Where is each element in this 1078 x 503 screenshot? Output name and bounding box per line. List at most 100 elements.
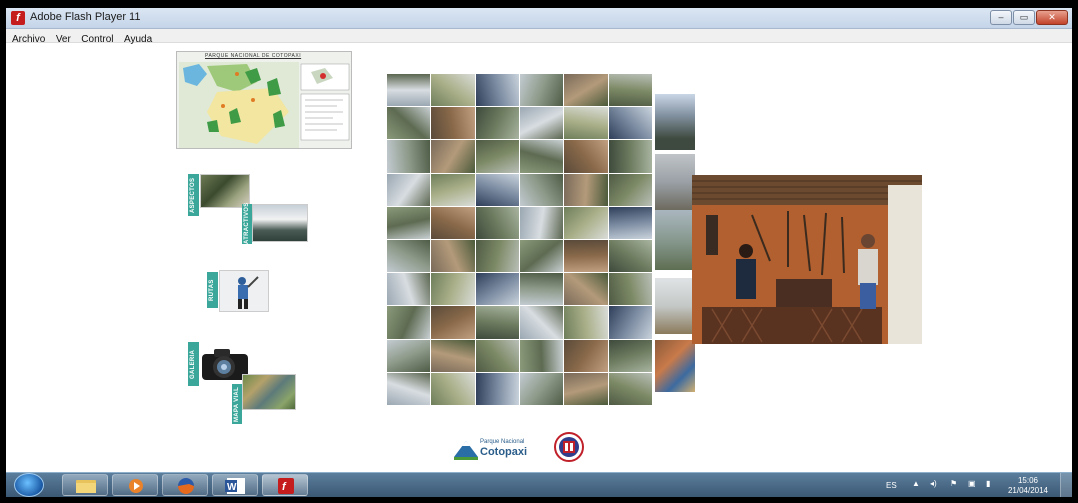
gallery-thumbnail[interactable] — [475, 173, 519, 206]
nav-rutas-label[interactable]: RUTAS — [207, 272, 218, 308]
gallery-thumbnail[interactable] — [387, 74, 431, 107]
flash-player-icon[interactable]: f — [262, 474, 308, 496]
gallery-thumbnail[interactable] — [475, 107, 519, 140]
explorer-icon[interactable] — [62, 474, 108, 496]
nav-atractivos-image[interactable] — [252, 204, 308, 242]
gallery-thumbnail[interactable] — [431, 107, 475, 140]
close-button[interactable]: ✕ — [1036, 10, 1068, 25]
gallery-thumbnail[interactable] — [519, 206, 564, 239]
media-player-icon[interactable] — [112, 474, 158, 496]
gallery-thumbnail[interactable] — [387, 206, 431, 239]
nav-atractivos-label[interactable]: ATRACTIVOS — [242, 202, 252, 244]
gallery-thumbnail[interactable] — [608, 107, 652, 140]
flag-icon[interactable]: ⚑ — [950, 479, 957, 488]
flash-player-window: f Adobe Flash Player 11 – ▭ ✕ Archivo Ve… — [6, 8, 1072, 497]
gallery-thumbnail[interactable] — [475, 140, 519, 173]
gallery-thumbnail[interactable] — [431, 273, 475, 306]
gallery-thumbnail[interactable] — [564, 306, 608, 339]
show-desktop-button[interactable] — [1060, 473, 1072, 497]
gallery-thumbnail[interactable] — [387, 372, 431, 405]
park-map[interactable]: PARQUE NACIONAL DE COTOPAXI — [176, 51, 352, 149]
gallery-thumbnail[interactable] — [564, 173, 608, 206]
gallery-thumbnail[interactable] — [431, 339, 475, 372]
maximize-button[interactable]: ▭ — [1013, 10, 1035, 25]
gallery-thumbnail[interactable] — [564, 372, 608, 405]
gallery-thumbnail[interactable] — [519, 372, 564, 405]
nav-rutas-image[interactable] — [219, 270, 269, 312]
nav-mapa-vial-label[interactable]: MAPA VIAL — [232, 384, 242, 424]
gallery-thumbnail[interactable] — [475, 273, 519, 306]
firefox-icon[interactable] — [162, 474, 208, 496]
gallery-thumbnail[interactable] — [431, 306, 475, 339]
gallery-thumbnail[interactable] — [475, 372, 519, 405]
gallery-thumbnail[interactable] — [387, 107, 431, 140]
gallery-thumbnail[interactable] — [387, 173, 431, 206]
gallery-thumbnail[interactable] — [519, 273, 564, 306]
nav-mapa-vial-image[interactable] — [242, 374, 296, 410]
title-bar[interactable]: f Adobe Flash Player 11 – ▭ ✕ — [6, 8, 1072, 29]
gallery-thumbnail[interactable] — [431, 140, 475, 173]
gallery-thumbnail[interactable] — [608, 306, 652, 339]
nav-aspectos-image[interactable] — [200, 174, 250, 208]
gallery-thumbnail[interactable] — [608, 206, 652, 239]
gallery-thumbnail[interactable] — [387, 240, 431, 273]
network-icon[interactable]: ▮ — [986, 479, 990, 488]
gallery-thumbnail[interactable] — [431, 206, 475, 239]
gallery-thumbnail[interactable] — [608, 74, 652, 107]
gallery-thumbnail[interactable] — [387, 273, 431, 306]
featured-photo[interactable] — [692, 175, 922, 344]
gallery-thumbnail[interactable] — [564, 74, 608, 107]
side-thumb[interactable] — [655, 154, 695, 210]
gallery-thumbnail[interactable] — [387, 306, 431, 339]
gallery-thumbnail[interactable] — [431, 74, 475, 107]
gallery-thumbnail[interactable] — [387, 339, 431, 372]
monitor-icon[interactable]: ▣ — [968, 479, 976, 488]
mountain-logo-icon — [454, 441, 478, 460]
start-button[interactable] — [14, 473, 44, 497]
gallery-thumbnail[interactable] — [608, 273, 652, 306]
word-icon[interactable]: W — [212, 474, 258, 496]
system-clock[interactable]: 15:06 21/04/2014 — [1002, 476, 1054, 496]
gallery-thumbnail[interactable] — [608, 140, 652, 173]
show-hidden-icons-icon[interactable]: ▲ — [912, 479, 920, 488]
minimize-button[interactable]: – — [990, 10, 1012, 25]
gallery-thumbnail[interactable] — [564, 140, 608, 173]
gallery-thumbnail[interactable] — [475, 74, 519, 107]
speaker-icon[interactable]: ◂) — [930, 479, 937, 488]
gallery-thumbnail[interactable] — [519, 240, 564, 273]
language-indicator[interactable]: ES — [886, 481, 897, 490]
gallery-thumbnail[interactable] — [564, 206, 608, 239]
side-thumb[interactable] — [655, 340, 695, 392]
gallery-thumbnail[interactable] — [475, 339, 519, 372]
gallery-thumbnail[interactable] — [519, 306, 564, 339]
gallery-thumbnail[interactable] — [519, 74, 564, 107]
gallery-thumbnail[interactable] — [608, 240, 652, 273]
gallery-thumbnail[interactable] — [431, 372, 475, 405]
nav-aspectos-label[interactable]: ASPECTOS — [188, 174, 199, 216]
gallery-thumbnail[interactable] — [519, 173, 564, 206]
gallery-thumbnail[interactable] — [387, 140, 431, 173]
gallery-thumbnail[interactable] — [475, 240, 519, 273]
windows-taskbar: W f ES ▲ ◂) ⚑ ▣ ▮ 15:06 21/04/2014 — [6, 472, 1072, 497]
gallery-thumbnail[interactable] — [431, 173, 475, 206]
nav-galeria-label[interactable]: GALERIA — [188, 342, 199, 386]
flash-icon: f — [11, 11, 25, 25]
gallery-thumbnail[interactable] — [608, 173, 652, 206]
gallery-thumbnail[interactable] — [475, 306, 519, 339]
side-thumb[interactable] — [655, 210, 695, 270]
gallery-thumbnail[interactable] — [564, 339, 608, 372]
gallery-thumbnail[interactable] — [519, 107, 564, 140]
gallery-thumbnail[interactable] — [564, 273, 608, 306]
gallery-thumbnail[interactable] — [431, 240, 475, 273]
gallery-thumbnail[interactable] — [608, 372, 652, 405]
gallery-thumbnail[interactable] — [608, 339, 652, 372]
svg-text:W: W — [227, 482, 237, 493]
gallery-thumbnail[interactable] — [519, 140, 564, 173]
university-logo — [554, 432, 584, 462]
side-thumb[interactable] — [655, 278, 695, 334]
gallery-thumbnail[interactable] — [564, 240, 608, 273]
side-thumb[interactable] — [655, 94, 695, 150]
gallery-thumbnail[interactable] — [475, 206, 519, 239]
gallery-thumbnail[interactable] — [519, 339, 564, 372]
gallery-thumbnail[interactable] — [564, 107, 608, 140]
